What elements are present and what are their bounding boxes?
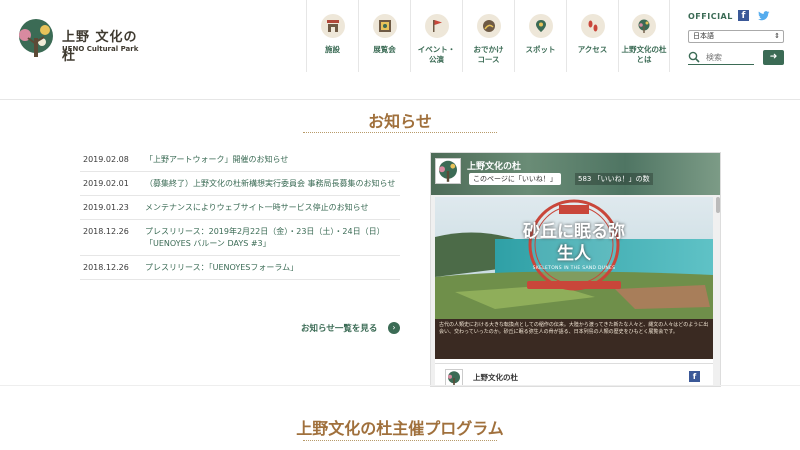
language-select[interactable]: 日本語 ⇕ <box>688 30 784 43</box>
news-link[interactable]: プレスリリース：2019年2月22日（金）・23日（土）・24日（日）「UENO… <box>145 226 400 250</box>
news-link[interactable]: メンテナンスによりウェブサイト一時サービス停止のお知らせ <box>145 202 400 214</box>
news-item[interactable]: 2018.12.26 プレスリリース：2019年2月22日（金）・23日（土）・… <box>80 220 400 256</box>
nav-label-access: アクセス <box>577 45 608 54</box>
search-input[interactable] <box>706 51 752 63</box>
official-label: OFFICIAL <box>688 12 733 21</box>
fb-cover-image: 上野文化の杜 このページに「いいね！」 583 「いいね！」の数 <box>431 153 720 195</box>
program-section-title: 上野文化の杜主催プログラム <box>296 419 504 438</box>
nav-item-about[interactable]: 上野文化の杜 とは <box>618 0 670 72</box>
facebook-icon[interactable]: f <box>738 10 749 21</box>
language-selected: 日本語 <box>693 32 714 40</box>
search-box <box>688 49 754 65</box>
news-item[interactable]: 2018.12.26 プレスリリース：「UENOYESフォーラム」 <box>80 256 400 280</box>
news-date: 2019.02.08 <box>83 155 129 164</box>
course-icon <box>476 14 501 38</box>
tree-logo-icon <box>19 19 53 57</box>
nav-label-course: おでかけ コース <box>473 45 504 64</box>
fb-page-avatar[interactable] <box>435 158 461 184</box>
news-list: 2019.02.08 「上野アートウォーク」開催のお知らせ 2019.02.01… <box>80 148 400 280</box>
news-item[interactable]: 2019.02.01 （募集終了）上野文化の杜新構想実行委員会 事務局長募集のお… <box>80 172 400 196</box>
select-caret-icon: ⇕ <box>774 32 780 40</box>
news-date: 2019.02.01 <box>83 179 129 188</box>
nav-label-spot: スポット <box>525 45 556 54</box>
fb-feed-scrollbar[interactable] <box>716 197 720 213</box>
site-logo[interactable]: 上野 文化の杜 UENO Cultural Park <box>16 18 146 64</box>
fb-like-button[interactable]: このページに「いいね！」 <box>469 173 561 185</box>
logo-name-en: UENO Cultural Park <box>62 45 139 53</box>
news-date: 2018.12.26 <box>83 263 129 272</box>
fb-widget-footer: 上野文化の杜 f <box>435 363 713 386</box>
exhibition-icon <box>372 14 397 38</box>
news-title-divider <box>303 132 497 133</box>
section-divider <box>0 385 800 386</box>
news-more-link[interactable]: お知らせ一覧を見る <box>301 322 377 334</box>
fb-page-name[interactable]: 上野文化の杜 <box>467 159 521 172</box>
fb-post-caption: 古代の人類史における大きな転換点としての稲作の伝来。大陸から渡ってきた新たな人々… <box>435 319 713 359</box>
nav-label-facility: 施設 <box>325 45 340 54</box>
facebook-icon[interactable]: f <box>689 371 700 382</box>
fb-feed[interactable]: 砂丘に眠る弥生人 SKELETONS IN THE SAND DUNES 古代の… <box>431 195 720 386</box>
news-date: 2018.12.26 <box>83 227 129 236</box>
nav-label-exhibition: 展覧会 <box>373 45 396 54</box>
tree-logo-icon <box>448 371 460 386</box>
search-submit-button[interactable]: ➜ <box>763 50 784 65</box>
nav-item-access[interactable]: アクセス <box>566 0 618 72</box>
facebook-page-widget: 上野文化の杜 このページに「いいね！」 583 「いいね！」の数 砂丘に眠る弥生… <box>430 152 721 387</box>
event-flag-icon <box>424 14 449 38</box>
program-title-divider <box>303 440 497 441</box>
site-header: 上野 文化の杜 UENO Cultural Park 施設 展覧会 イベント・ … <box>0 0 800 100</box>
news-link[interactable]: 「上野アートウォーク」開催のお知らせ <box>145 154 400 166</box>
tree-logo-icon <box>439 160 457 182</box>
fb-post-image[interactable]: 砂丘に眠る弥生人 SKELETONS IN THE SAND DUNES <box>435 197 713 319</box>
nav-item-event[interactable]: イベント・ 公演 <box>410 0 462 72</box>
fb-footer-page-name[interactable]: 上野文化の杜 <box>473 372 518 383</box>
facility-icon <box>320 14 345 38</box>
fb-post[interactable]: 砂丘に眠る弥生人 SKELETONS IN THE SAND DUNES 古代の… <box>435 197 713 386</box>
nav-item-spot[interactable]: スポット <box>514 0 566 72</box>
nav-item-facility[interactable]: 施設 <box>306 0 358 72</box>
twitter-icon[interactable] <box>758 10 770 22</box>
fb-post-subtitle: SKELETONS IN THE SAND DUNES <box>532 266 616 271</box>
nav-item-course[interactable]: おでかけ コース <box>462 0 514 72</box>
access-footprint-icon <box>580 14 605 38</box>
nav-label-event: イベント・ 公演 <box>417 45 456 64</box>
news-item[interactable]: 2019.02.08 「上野アートウォーク」開催のお知らせ <box>80 148 400 172</box>
main-nav: 施設 展覧会 イベント・ 公演 おでかけ コース スポット アクセス 上野文化の… <box>306 0 670 72</box>
news-date: 2019.01.23 <box>83 203 129 212</box>
news-link[interactable]: （募集終了）上野文化の杜新構想実行委員会 事務局長募集のお知らせ <box>145 178 400 190</box>
search-icon <box>688 51 700 63</box>
nav-label-about: 上野文化の杜 とは <box>621 45 667 64</box>
news-section-title: お知らせ <box>368 112 432 131</box>
news-item[interactable]: 2019.01.23 メンテナンスによりウェブサイト一時サービス停止のお知らせ <box>80 196 400 220</box>
spot-pin-icon <box>528 14 553 38</box>
news-link[interactable]: プレスリリース：「UENOYESフォーラム」 <box>145 262 400 274</box>
fb-like-count: 583 「いいね！」の数 <box>575 173 653 185</box>
fb-post-title: 砂丘に眠る弥生人 <box>523 222 625 264</box>
nav-item-exhibition[interactable]: 展覧会 <box>358 0 410 72</box>
arrow-right-circle-icon[interactable]: › <box>388 322 400 334</box>
about-tree-icon <box>632 14 656 38</box>
